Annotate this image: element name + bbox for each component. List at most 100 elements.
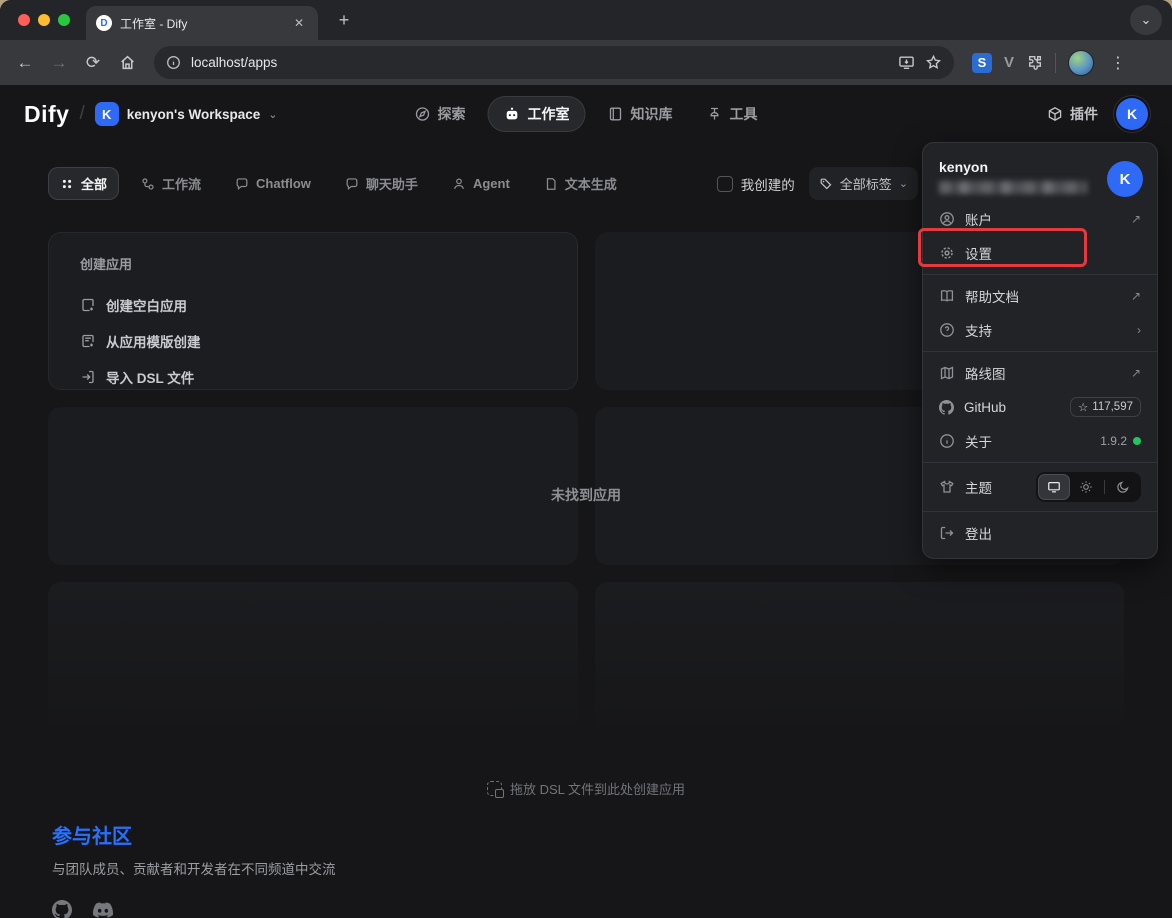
browser-toolbar: ← → ⟳ localhost/apps S V ⋮ (0, 40, 1172, 85)
github-icon[interactable] (52, 900, 72, 918)
extensions-area: S V ⋮ (972, 50, 1130, 76)
theme-system-button[interactable] (1038, 474, 1070, 500)
filter-label: 全部 (81, 174, 107, 193)
nav-tools[interactable]: 工具 (695, 96, 770, 132)
workspace-selector[interactable]: K kenyon's Workspace ⌄ (95, 102, 278, 126)
settings-highlight-annotation (918, 228, 1087, 267)
address-bar[interactable]: localhost/apps (154, 46, 954, 79)
menu-divider (923, 511, 1157, 512)
nav-label: 工具 (730, 104, 758, 124)
filter-label: 工作流 (162, 174, 201, 193)
chat-bubble-icon (235, 177, 249, 191)
menu-label: 主题 (965, 477, 992, 497)
nav-label: 知识库 (631, 104, 673, 124)
discord-icon[interactable] (92, 900, 114, 918)
menu-item-github[interactable]: GitHub ☆ 117,597 (923, 390, 1157, 424)
menu-divider (923, 351, 1157, 352)
filter-label: Chatflow (256, 176, 311, 191)
grid-dots-icon (60, 177, 74, 191)
bookmark-star-icon[interactable] (925, 54, 942, 71)
dify-logo[interactable]: Dify (24, 101, 69, 128)
tab-search-button[interactable]: ⌄ (1130, 5, 1162, 35)
all-tags-label: 全部标签 (840, 174, 892, 193)
nav-label: 探索 (438, 104, 466, 124)
empty-app-card (595, 582, 1125, 740)
tab-close-icon[interactable]: ✕ (290, 14, 308, 32)
update-status-dot (1133, 437, 1141, 445)
created-by-me-filter[interactable]: 我创建的 (717, 174, 795, 194)
extension-vue-icon[interactable]: V (1004, 54, 1014, 71)
new-tab-button[interactable]: + (330, 6, 358, 34)
menu-label: 帮助文档 (965, 286, 1019, 306)
filter-tab-agent[interactable]: Agent (440, 169, 522, 198)
chrome-menu-icon[interactable]: ⋮ (1106, 53, 1130, 73)
import-dsl-label: 导入 DSL 文件 (106, 367, 194, 387)
forward-icon[interactable]: → (44, 48, 74, 78)
dify-page: Dify / K kenyon's Workspace ⌄ 探索 (0, 85, 1172, 918)
nav-studio[interactable]: 工作室 (488, 96, 586, 132)
filter-tab-chatflow[interactable]: Chatflow (223, 169, 323, 198)
star-icon: ☆ (1078, 400, 1088, 414)
external-link-icon: ↗ (1131, 366, 1141, 380)
install-app-icon[interactable] (898, 54, 915, 71)
user-email-redacted (939, 181, 1087, 194)
question-circle-icon (939, 322, 955, 338)
drag-drop-icon (487, 781, 502, 796)
checkbox[interactable] (717, 176, 733, 192)
plugins-button[interactable]: 插件 (1047, 104, 1098, 124)
theme-dark-button[interactable] (1107, 474, 1139, 500)
menu-divider (923, 274, 1157, 275)
nav-explore[interactable]: 探索 (403, 96, 478, 132)
menu-item-roadmap[interactable]: 路线图 ↗ (923, 356, 1157, 390)
nav-label: 工作室 (528, 104, 570, 124)
browser-tab[interactable]: D 工作室 - Dify ✕ (86, 6, 318, 40)
menu-label: GitHub (964, 400, 1006, 415)
theme-light-button[interactable] (1070, 474, 1102, 500)
filter-label: 文本生成 (565, 174, 617, 193)
filter-tab-all[interactable]: 全部 (48, 167, 119, 200)
import-dsl-file[interactable]: 导入 DSL 文件 (80, 359, 546, 395)
extensions-puzzle-icon[interactable] (1026, 54, 1043, 71)
template-file-icon (80, 333, 96, 349)
close-window-button[interactable] (18, 14, 30, 26)
url-text[interactable]: localhost/apps (191, 55, 888, 70)
community-subtitle: 与团队成员、贡献者和开发者在不同频道中交流 (52, 858, 336, 878)
zoom-window-button[interactable] (58, 14, 70, 26)
create-blank-app[interactable]: 创建空白应用 (80, 287, 546, 323)
open-book-icon (939, 288, 955, 304)
nav-knowledge[interactable]: 知识库 (596, 96, 685, 132)
github-stars-badge: ☆ 117,597 (1070, 397, 1141, 417)
extension-s-icon[interactable]: S (972, 53, 992, 73)
menu-item-help-docs[interactable]: 帮助文档 ↗ (923, 279, 1157, 313)
menu-item-about[interactable]: 关于 1.9.2 (923, 424, 1157, 458)
menu-user-info: kenyon K (923, 149, 1157, 202)
site-info-icon[interactable] (166, 55, 181, 70)
filter-tab-workflow[interactable]: 工作流 (129, 167, 213, 200)
user-avatar[interactable]: K (1116, 98, 1148, 130)
menu-item-support[interactable]: 支持 › (923, 313, 1157, 347)
minimize-window-button[interactable] (38, 14, 50, 26)
all-tags-dropdown[interactable]: 全部标签 ⌄ (809, 167, 918, 200)
menu-divider (923, 462, 1157, 463)
explore-icon (415, 106, 431, 122)
chrome-profile-avatar[interactable] (1068, 50, 1094, 76)
reload-icon[interactable]: ⟳ (78, 48, 108, 78)
workspace-avatar: K (95, 102, 119, 126)
home-icon[interactable] (112, 48, 142, 78)
robot-icon (504, 106, 521, 123)
menu-label: 关于 (965, 431, 992, 451)
community-section: 参与社区 与团队成员、贡献者和开发者在不同频道中交流 (52, 820, 336, 918)
filter-tab-text-gen[interactable]: 文本生成 (532, 167, 629, 200)
create-from-template[interactable]: 从应用模版创建 (80, 323, 546, 359)
logout-icon (939, 525, 955, 541)
menu-label: 登出 (965, 523, 992, 543)
menu-label: 支持 (965, 320, 992, 340)
community-title[interactable]: 参与社区 (52, 820, 336, 849)
back-icon[interactable]: ← (10, 48, 40, 78)
browser-window: D 工作室 - Dify ✕ + ⌄ ← → ⟳ localhost/apps (0, 0, 1172, 918)
user-dropdown-menu: kenyon K 账户 ↗ 设置 (922, 142, 1158, 559)
filter-tab-chat-assistant[interactable]: 聊天助手 (333, 167, 430, 200)
menu-item-logout[interactable]: 登出 (923, 516, 1157, 550)
hammer-icon (707, 106, 723, 122)
create-app-card: 创建应用 创建空白应用 从应用模版创建 (48, 232, 578, 390)
